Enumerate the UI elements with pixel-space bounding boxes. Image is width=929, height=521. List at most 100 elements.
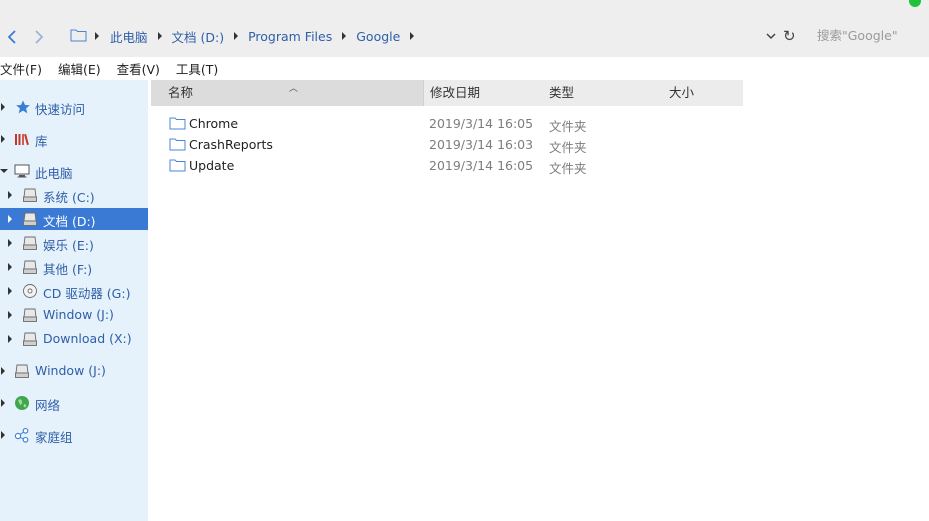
file-modified-date: 2019/3/14 16:05 [429,158,534,173]
collapse-arrow-icon[interactable] [0,169,8,173]
file-row[interactable]: Update 2019/3/14 16:05 文件夹 [151,155,743,176]
expand-arrow-icon[interactable] [8,263,12,271]
expand-arrow-icon[interactable] [1,367,5,375]
sidebar-item-label: 此电脑 [35,166,73,181]
breadcrumb-separator-icon[interactable] [95,32,99,40]
menu-bar: 文件(F) 编辑(E) 查看(V) 工具(T) [0,57,929,80]
sidebar-item-label: Window (J:) [35,363,106,378]
file-type: 文件夹 [549,140,587,155]
menu-file[interactable]: 文件(F) [0,59,42,78]
sidebar-item-drive-j[interactable]: Window (J:) [0,304,148,326]
menu-view[interactable]: 查看(V) [117,59,160,78]
expand-arrow-icon[interactable] [8,335,12,343]
sidebar-item-drive-e[interactable]: 娱乐 (E:) [0,232,148,254]
sidebar-item-drive-f[interactable]: 其他 (F:) [0,256,148,278]
sidebar-item-network[interactable]: 网络 [0,392,148,414]
sort-ascending-icon: ︿ [289,84,299,94]
breadcrumb-separator-icon[interactable] [234,32,239,40]
folder-icon [169,117,186,130]
cd-drive-icon [23,284,37,298]
sidebar-item-label: CD 驱动器 (G:) [43,286,131,301]
computer-icon [14,164,30,178]
drive-icon [23,188,37,202]
file-modified-date: 2019/3/14 16:05 [429,116,534,131]
sidebar-item-label: 系统 (C:) [43,190,95,205]
drive-icon [23,332,37,346]
column-header-name[interactable]: ︿ 名称 [151,80,423,106]
sidebar-item-label: 网络 [35,398,61,413]
library-icon [15,133,29,146]
sidebar-item-label: 家庭组 [35,430,73,445]
sidebar-item-drive-g[interactable]: CD 驱动器 (G:) [0,280,148,302]
back-arrow-icon[interactable] [3,27,21,47]
column-header-type[interactable]: 类型 [543,80,663,106]
address-toolbar: 此电脑 文档 (D:) Program Files Google ↻ 搜索"Go… [0,0,929,57]
status-indicator-dot [909,0,921,7]
breadcrumb-item[interactable]: 文档 (D:) [172,27,225,46]
chevron-down-icon[interactable] [765,31,777,41]
breadcrumb-item[interactable]: Google [356,29,400,44]
star-icon [16,100,30,114]
file-type: 文件夹 [549,119,587,134]
sidebar-item-quick-access[interactable]: 快速访问 [0,96,148,118]
search-input[interactable]: 搜索"Google" [808,24,929,48]
drive-icon [15,364,29,378]
file-row[interactable]: CrashReports 2019/3/14 16:03 文件夹 [151,134,743,155]
forward-arrow-icon[interactable] [30,27,48,47]
file-modified-date: 2019/3/14 16:03 [429,137,534,152]
file-name: Chrome [189,116,239,131]
homegroup-icon [14,427,29,443]
sidebar-item-label: 快速访问 [35,102,86,117]
expand-arrow-icon[interactable] [8,311,12,319]
expand-arrow-icon[interactable] [1,431,5,439]
sidebar-item-label: 娱乐 (E:) [43,238,94,253]
drive-icon [23,236,37,250]
sidebar-item-homegroup[interactable]: 家庭组 [0,424,148,446]
breadcrumb-item[interactable]: Program Files [248,29,332,44]
breadcrumb: 此电脑 文档 (D:) Program Files Google [95,26,424,46]
network-icon [15,396,29,410]
column-header-label: 大小 [669,85,695,100]
column-header-size[interactable]: 大小 [663,80,743,106]
menu-edit[interactable]: 编辑(E) [58,59,101,78]
expand-arrow-icon[interactable] [8,191,12,199]
drive-icon [23,308,37,322]
sidebar-item-label: Window (J:) [43,307,114,322]
sidebar-item-this-pc[interactable]: 此电脑 [0,160,148,182]
file-name: CrashReports [189,137,273,152]
drive-icon [23,212,37,226]
expand-arrow-icon[interactable] [8,239,12,247]
file-row[interactable]: Chrome 2019/3/14 16:05 文件夹 [151,113,743,134]
folder-icon [169,159,186,172]
sidebar-item-drive-j-root[interactable]: Window (J:) [0,360,148,382]
sidebar-item-library[interactable]: 库 [0,128,148,150]
breadcrumb-separator-icon[interactable] [342,32,347,40]
column-header-label: 名称 [168,85,194,100]
sidebar-item-drive-c[interactable]: 系统 (C:) [0,184,148,206]
expand-arrow-icon[interactable] [8,287,12,295]
column-header: ︿ 名称 修改日期 类型 大小 [151,80,743,106]
sidebar-item-drive-d[interactable]: 文档 (D:) [0,208,148,230]
breadcrumb-separator-icon[interactable] [157,32,162,40]
sidebar-item-label: Download (X:) [43,331,132,346]
column-header-label: 修改日期 [430,85,481,100]
expand-arrow-icon[interactable] [1,103,5,111]
column-header-date[interactable]: 修改日期 [423,80,543,106]
breadcrumb-separator-icon[interactable] [410,32,415,40]
breadcrumb-item[interactable]: 此电脑 [110,27,148,46]
expand-arrow-icon[interactable] [1,135,5,143]
drive-icon [23,260,37,274]
sidebar-item-drive-x[interactable]: Download (X:) [0,328,148,350]
menu-tools[interactable]: 工具(T) [176,59,218,78]
file-type: 文件夹 [549,161,587,176]
folder-icon [169,138,186,151]
expand-arrow-icon[interactable] [8,215,12,223]
folder-icon [70,29,87,42]
refresh-icon[interactable]: ↻ [783,26,796,46]
column-header-label: 类型 [549,85,575,100]
sidebar-item-label: 库 [35,134,48,149]
sidebar-item-label: 文档 (D:) [43,214,96,229]
sidebar-item-label: 其他 (F:) [43,262,93,277]
expand-arrow-icon[interactable] [1,399,5,407]
navigation-pane: 快速访问 库 此电脑 系统 (C:) 文档 (D:) 娱乐 (E:) 其他 (F… [0,80,148,521]
